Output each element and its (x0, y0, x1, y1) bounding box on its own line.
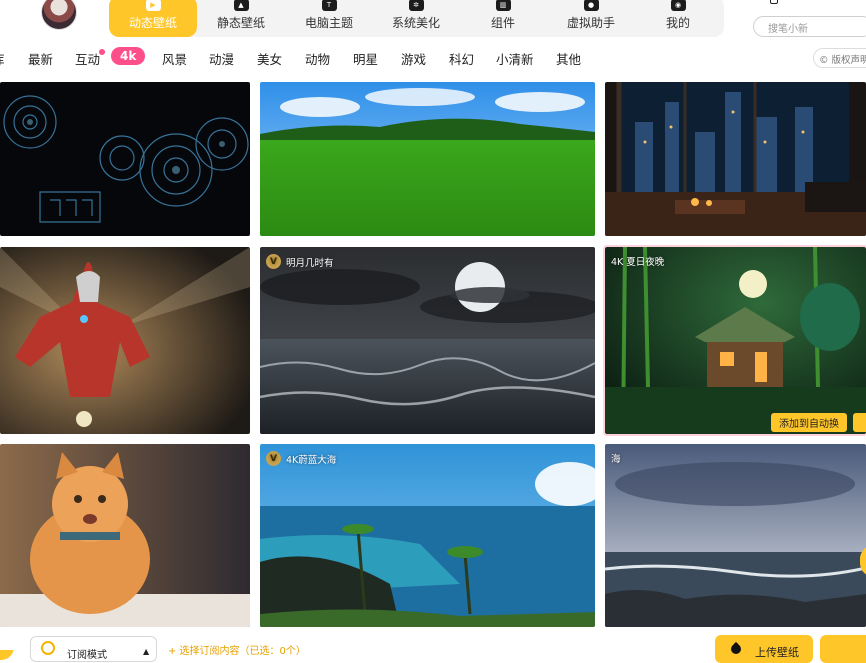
tile-actions: 添加到自动换 (771, 413, 866, 432)
wallpaper-card-field[interactable] (260, 82, 595, 236)
category-scifi[interactable]: 科幻 (449, 49, 474, 68)
image-icon: ▲ (233, 0, 249, 11)
upload-wallpaper-button[interactable]: 上传壁纸 (715, 635, 813, 663)
subscribe-mode-dropdown[interactable]: 订阅模式 ▲ (30, 636, 157, 662)
main-nav: ▶ 动态壁纸 ▲ 静态壁纸 T 电脑主题 ✲ 系统美化 ▥ 组件 ● 虚拟助手 … (109, 0, 724, 37)
vip-badge-icon: V (266, 254, 281, 269)
wallpaper-card-forest-cabin[interactable]: 4K 夏日夜晚 添加到自动换 (603, 245, 866, 436)
wallpaper-thumbnail (0, 444, 250, 627)
search-placeholder: 搜笔小新 (768, 24, 808, 35)
wallpaper-card-blue-sea[interactable]: V 4K蔚蓝大海 (260, 444, 595, 627)
category-interactive[interactable]: 互动 (75, 49, 100, 68)
wallpaper-thumbnail (605, 247, 866, 434)
vip-badge-icon: V (266, 451, 281, 466)
drop-icon (728, 641, 744, 657)
category-beauty[interactable]: 美女 (257, 49, 282, 68)
more-action-button[interactable] (853, 413, 866, 432)
sun-icon (41, 641, 55, 655)
new-dot-badge (99, 49, 105, 55)
gear-icon: ✲ (408, 0, 424, 11)
category-bar: 库 最新 互动 4k 风景 动漫 美女 动物 明星 游戏 科幻 小清新 其他 (0, 46, 866, 72)
user-icon: ◉ (670, 0, 686, 11)
wallpaper-thumbnail (260, 82, 595, 236)
category-library[interactable]: 库 (0, 49, 5, 68)
top-navigation: ▶ 动态壁纸 ▲ 静态壁纸 T 电脑主题 ✲ 系统美化 ▥ 组件 ● 虚拟助手 … (0, 0, 866, 40)
wallpaper-thumbnail (0, 247, 250, 434)
bottom-more-button[interactable] (820, 635, 866, 663)
wallpaper-card-cat[interactable] (0, 444, 250, 627)
nav-pc-theme[interactable]: T 电脑主题 (290, 0, 368, 37)
category-games[interactable]: 游戏 (401, 49, 426, 68)
wallpaper-thumbnail (260, 444, 595, 627)
copyright-button[interactable]: © 版权声明 (813, 48, 866, 68)
wallpaper-title: 海 (611, 454, 621, 465)
wallpaper-thumbnail (260, 247, 595, 434)
nav-static-wallpaper[interactable]: ▲ 静态壁纸 (202, 0, 280, 37)
search-input[interactable]: 搜笔小新 (753, 16, 866, 37)
bottom-bar: 订阅模式 ▲ + 选择订阅内容（已选：0个） 上传壁纸 (0, 630, 866, 663)
nav-system-beautify[interactable]: ✲ 系统美化 (377, 0, 455, 37)
category-scenery[interactable]: 风景 (162, 49, 187, 68)
phone-icon[interactable] (770, 0, 778, 4)
add-to-auto-switch-button[interactable]: 添加到自动换 (771, 413, 847, 432)
wallpaper-thumbnail (605, 82, 866, 236)
category-latest[interactable]: 最新 (28, 49, 53, 68)
widget-icon: ▥ (495, 0, 511, 11)
nav-mine[interactable]: ◉ 我的 (639, 0, 717, 37)
nav-dynamic-wallpaper[interactable]: ▶ 动态壁纸 (109, 0, 197, 37)
play-icon: ▶ (145, 0, 161, 11)
wallpaper-thumbnail (0, 82, 250, 236)
wallpaper-card-ultraman[interactable] (0, 247, 250, 434)
category-other[interactable]: 其他 (556, 49, 581, 68)
wallpaper-card-grey-sea[interactable]: 海 (605, 444, 866, 627)
category-4k[interactable]: 4k (111, 47, 146, 65)
category-animals[interactable]: 动物 (305, 49, 330, 68)
category-anime[interactable]: 动漫 (209, 49, 234, 68)
wallpaper-card-moon-sea[interactable]: V 明月几时有 (260, 247, 595, 434)
wallpaper-title: 4K 夏日夜晚 (611, 257, 665, 268)
nav-virtual-assistant[interactable]: ● 虚拟助手 (552, 0, 630, 37)
caret-up-icon: ▲ (143, 647, 150, 656)
paw-icon: ● (583, 0, 599, 11)
shirt-icon: T (321, 0, 337, 11)
wallpaper-card-night-room[interactable] (605, 82, 866, 236)
avatar[interactable] (41, 0, 77, 30)
wallpaper-title: V 4K蔚蓝大海 (266, 451, 336, 466)
nav-widgets[interactable]: ▥ 组件 (464, 0, 542, 37)
wallpaper-title: V 明月几时有 (266, 254, 334, 269)
wallpaper-card-tech[interactable] (0, 82, 250, 236)
category-fresh[interactable]: 小清新 (496, 49, 534, 68)
wallpaper-thumbnail (605, 444, 866, 627)
category-stars[interactable]: 明星 (353, 49, 378, 68)
copyright-icon: © (819, 55, 829, 66)
